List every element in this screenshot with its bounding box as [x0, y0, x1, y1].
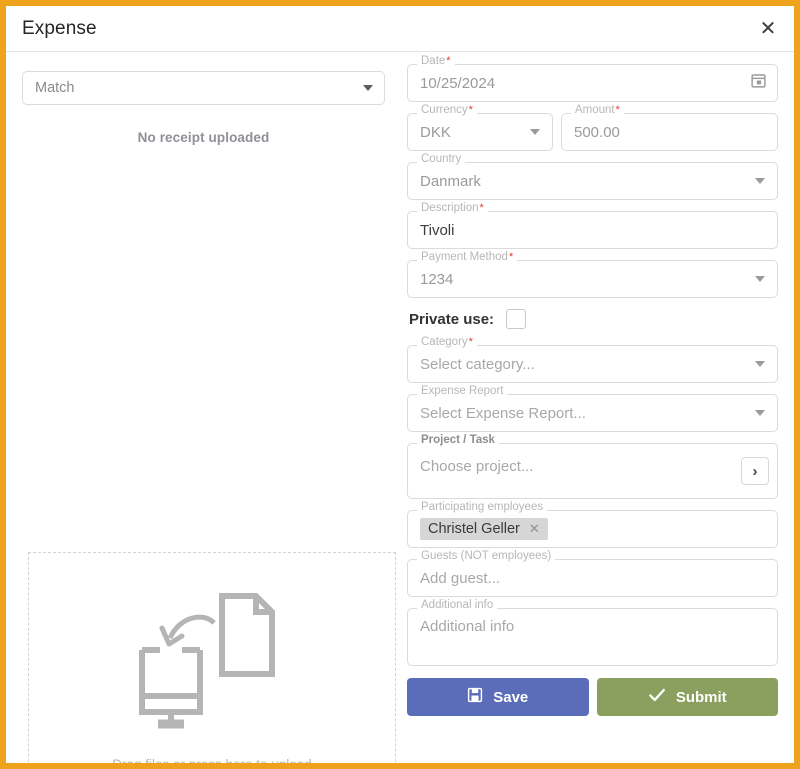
- dialog-body: Match No receipt uploaded: [6, 52, 794, 763]
- project-task-input[interactable]: Choose project... ›: [407, 443, 778, 499]
- date-field: Date* 10/25/2024: [407, 64, 778, 102]
- chevron-down-icon: [755, 276, 765, 282]
- chevron-down-icon: [363, 85, 373, 91]
- description-field: Description* Tivoli: [407, 211, 778, 249]
- category-field: Category* Select category...: [407, 345, 778, 383]
- employee-chip[interactable]: Christel Geller ✕: [420, 518, 548, 540]
- description-value: Tivoli: [420, 222, 454, 239]
- chevron-down-icon: [755, 178, 765, 184]
- category-label: Category*: [417, 337, 477, 349]
- chevron-down-icon: [530, 129, 540, 135]
- expense-dialog: Expense ✕ Match No receipt uploaded: [0, 0, 800, 769]
- save-floppy-icon: [467, 687, 483, 707]
- country-label: Country: [417, 154, 465, 166]
- close-icon[interactable]: ✕: [529, 521, 540, 537]
- date-label: Date*: [417, 56, 455, 68]
- additional-info-textarea[interactable]: Additional info: [407, 608, 778, 666]
- expense-report-label: Expense Report: [417, 386, 507, 398]
- currency-value: DKK: [420, 124, 451, 141]
- expense-report-select[interactable]: Select Expense Report...: [407, 394, 778, 432]
- project-task-field: Project / Task Choose project... ›: [407, 443, 778, 499]
- currency-select[interactable]: DKK: [407, 113, 553, 151]
- description-label: Description*: [417, 203, 488, 215]
- payment-method-label: Payment Method*: [417, 252, 517, 264]
- submit-button[interactable]: Submit: [597, 678, 779, 716]
- dialog-titlebar: Expense ✕: [6, 6, 794, 52]
- expense-form: Date* 10/25/2024 Currency*: [401, 52, 794, 763]
- match-select[interactable]: Match: [22, 71, 385, 105]
- guests-field: Guests (NOT employees) Add guest...: [407, 559, 778, 597]
- guests-label: Guests (NOT employees): [417, 551, 555, 563]
- calendar-icon[interactable]: [750, 72, 767, 94]
- currency-label: Currency*: [417, 105, 477, 117]
- file-dropzone[interactable]: Drag files or press here to upload: [28, 552, 396, 769]
- amount-value: 500.00: [574, 124, 620, 141]
- dropzone-label: Drag files or press here to upload: [112, 757, 312, 769]
- participating-employees-field: Participating employees Christel Geller …: [407, 510, 778, 548]
- currency-field: Currency* DKK: [407, 113, 553, 151]
- guests-input[interactable]: Add guest...: [407, 559, 778, 597]
- private-use-row: Private use:: [409, 309, 778, 329]
- chevron-down-icon: [755, 410, 765, 416]
- check-icon: [648, 687, 666, 707]
- receipt-panel: Match No receipt uploaded: [6, 52, 401, 763]
- chevron-down-icon: [755, 361, 765, 367]
- match-select-label: Match: [35, 80, 75, 96]
- country-field: Country Danmark: [407, 162, 778, 200]
- payment-method-field: Payment Method* 1234: [407, 260, 778, 298]
- country-select[interactable]: Danmark: [407, 162, 778, 200]
- expense-report-value: Select Expense Report...: [420, 405, 586, 422]
- category-select[interactable]: Select category...: [407, 345, 778, 383]
- no-receipt-message: No receipt uploaded: [22, 130, 385, 145]
- amount-label: Amount*: [571, 105, 624, 117]
- country-value: Danmark: [420, 173, 481, 190]
- payment-method-value: 1234: [420, 271, 453, 288]
- page-title: Expense: [6, 18, 97, 40]
- employee-chip-label: Christel Geller: [428, 521, 520, 537]
- participating-employees-input[interactable]: Christel Geller ✕: [407, 510, 778, 548]
- submit-button-label: Submit: [676, 689, 727, 706]
- date-input[interactable]: 10/25/2024: [407, 64, 778, 102]
- participating-employees-label: Participating employees: [417, 502, 547, 514]
- description-input[interactable]: Tivoli: [407, 211, 778, 249]
- expense-report-field: Expense Report Select Expense Report...: [407, 394, 778, 432]
- save-button[interactable]: Save: [407, 678, 589, 716]
- guests-placeholder: Add guest...: [420, 570, 500, 587]
- project-task-label: Project / Task: [417, 435, 499, 447]
- project-task-value: Choose project...: [420, 458, 533, 475]
- additional-info-field: Additional info Additional info: [407, 608, 778, 666]
- date-value: 10/25/2024: [420, 75, 495, 92]
- additional-info-placeholder: Additional info: [420, 618, 514, 635]
- save-button-label: Save: [493, 689, 528, 706]
- upload-monitor-document-icon: [122, 578, 302, 743]
- form-actions: Save Submit: [407, 678, 778, 716]
- payment-method-select[interactable]: 1234: [407, 260, 778, 298]
- close-icon[interactable]: ✕: [754, 15, 782, 43]
- category-value: Select category...: [420, 356, 535, 373]
- amount-field: Amount* 500.00: [561, 113, 778, 151]
- chevron-right-icon[interactable]: ›: [741, 457, 769, 485]
- additional-info-label: Additional info: [417, 600, 497, 612]
- private-use-label: Private use:: [409, 311, 494, 328]
- amount-input[interactable]: 500.00: [561, 113, 778, 151]
- private-use-checkbox[interactable]: [506, 309, 526, 329]
